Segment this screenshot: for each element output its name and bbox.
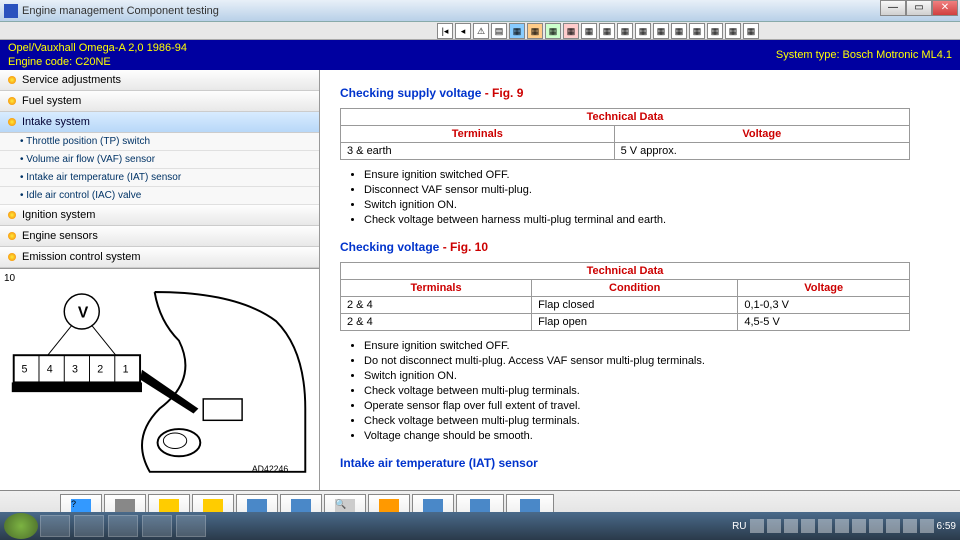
vehicle-label: Opel/Vauxhall Omega-A 2,0 1986-94 <box>8 41 776 55</box>
nav-first-icon[interactable]: |◂ <box>437 23 453 39</box>
tool-icon[interactable]: ▦ <box>743 23 759 39</box>
engine-label: Engine code: C20NE <box>8 55 776 69</box>
tool-icon[interactable]: ▦ <box>563 23 579 39</box>
tray-icon[interactable] <box>886 519 900 533</box>
tool-icon[interactable]: ▦ <box>725 23 741 39</box>
minimize-button[interactable]: — <box>880 0 906 16</box>
tray-icon[interactable] <box>750 519 764 533</box>
sec2-title: Checking voltage <box>340 240 439 254</box>
lang-indicator[interactable]: RU <box>732 521 746 532</box>
tray-icon[interactable] <box>835 519 849 533</box>
doc-icon[interactable]: ▤ <box>491 23 507 39</box>
diagram-code: AD42246 <box>252 464 289 474</box>
tray-icon[interactable] <box>903 519 917 533</box>
system-label: System type: Bosch Motronic ML4.1 <box>776 49 952 61</box>
nav-emission[interactable]: Emission control system <box>0 247 319 268</box>
svg-text:V: V <box>78 304 89 321</box>
connector-diagram: V 5 4 3 2 1 AD42246 <box>4 273 315 486</box>
taskbar-item[interactable] <box>74 515 104 537</box>
tray-icon[interactable] <box>818 519 832 533</box>
tool-icon[interactable]: ▦ <box>671 23 687 39</box>
tool-icon[interactable]: ▦ <box>689 23 705 39</box>
nav-fuel[interactable]: Fuel system <box>0 91 319 112</box>
svg-text:2: 2 <box>97 364 103 376</box>
taskbar-item[interactable] <box>40 515 70 537</box>
tool-icon[interactable]: ▦ <box>527 23 543 39</box>
clock[interactable]: 6:59 <box>937 521 956 532</box>
svg-text:5: 5 <box>21 364 27 376</box>
sec3-title: Intake air temperature (IAT) sensor <box>340 456 940 470</box>
tool-icon[interactable]: ▦ <box>581 23 597 39</box>
svg-text:1: 1 <box>123 364 129 376</box>
tool-icon[interactable]: ▦ <box>509 23 525 39</box>
sidebar: Service adjustments Fuel system Intake s… <box>0 70 320 490</box>
sec2-fig: - Fig. 10 <box>439 240 488 254</box>
tool-icon[interactable]: ▦ <box>599 23 615 39</box>
tool-icon[interactable]: ▦ <box>653 23 669 39</box>
tray-icon[interactable] <box>801 519 815 533</box>
maximize-button[interactable]: ▭ <box>906 0 932 16</box>
taskbar: RU 6:59 <box>0 512 960 540</box>
svg-text:3: 3 <box>72 364 78 376</box>
toolbar: |◂ ◂ ⚠ ▤ ▦ ▦ ▦ ▦ ▦ ▦ ▦ ▦ ▦ ▦ ▦ ▦ ▦ ▦ — ▭… <box>0 22 960 40</box>
sec2-steps: Ensure ignition switched OFF.Do not disc… <box>364 339 940 444</box>
tool-icon[interactable]: ▦ <box>635 23 651 39</box>
taskbar-item[interactable] <box>142 515 172 537</box>
sub-iac[interactable]: Idle air control (IAC) valve <box>0 187 319 205</box>
table-voltage: Technical Data TerminalsConditionVoltage… <box>340 262 910 331</box>
svg-text:4: 4 <box>47 364 53 376</box>
start-button[interactable] <box>4 513 38 539</box>
system-tray: RU 6:59 <box>732 519 956 533</box>
sec1-steps: Ensure ignition switched OFF.Disconnect … <box>364 168 940 228</box>
close-button[interactable]: ✕ <box>932 0 958 16</box>
nav-prev-icon[interactable]: ◂ <box>455 23 471 39</box>
fig-number: 10 <box>4 273 15 284</box>
tool-icon[interactable]: ▦ <box>617 23 633 39</box>
nav-service[interactable]: Service adjustments <box>0 70 319 91</box>
tray-icon[interactable] <box>784 519 798 533</box>
tray-icon[interactable] <box>852 519 866 533</box>
sec1-title: Checking supply voltage <box>340 86 481 100</box>
taskbar-item[interactable] <box>108 515 138 537</box>
nav-intake[interactable]: Intake system <box>0 112 319 133</box>
tool-icon[interactable]: ▦ <box>707 23 723 39</box>
sec1-fig: - Fig. 9 <box>481 86 523 100</box>
taskbar-item[interactable] <box>176 515 206 537</box>
window-title: Engine management Component testing <box>22 5 956 17</box>
tray-icon[interactable] <box>767 519 781 533</box>
diagram-panel: 10 V 5 4 3 2 1 <box>0 268 319 490</box>
content-pane[interactable]: Checking supply voltage - Fig. 9 Technic… <box>320 70 960 490</box>
sub-vaf[interactable]: Volume air flow (VAF) sensor <box>0 151 319 169</box>
nav-sensors[interactable]: Engine sensors <box>0 226 319 247</box>
sub-iat[interactable]: Intake air temperature (IAT) sensor <box>0 169 319 187</box>
tray-icon[interactable] <box>920 519 934 533</box>
tool-icon[interactable]: ▦ <box>545 23 561 39</box>
app-icon <box>4 4 18 18</box>
warn-icon[interactable]: ⚠ <box>473 23 489 39</box>
info-bar: Opel/Vauxhall Omega-A 2,0 1986-94 Engine… <box>0 40 960 70</box>
sub-tp[interactable]: Throttle position (TP) switch <box>0 133 319 151</box>
nav-ignition[interactable]: Ignition system <box>0 205 319 226</box>
table-supply-voltage: Technical Data TerminalsVoltage 3 & eart… <box>340 108 910 160</box>
titlebar: Engine management Component testing <box>0 0 960 22</box>
tray-icon[interactable] <box>869 519 883 533</box>
